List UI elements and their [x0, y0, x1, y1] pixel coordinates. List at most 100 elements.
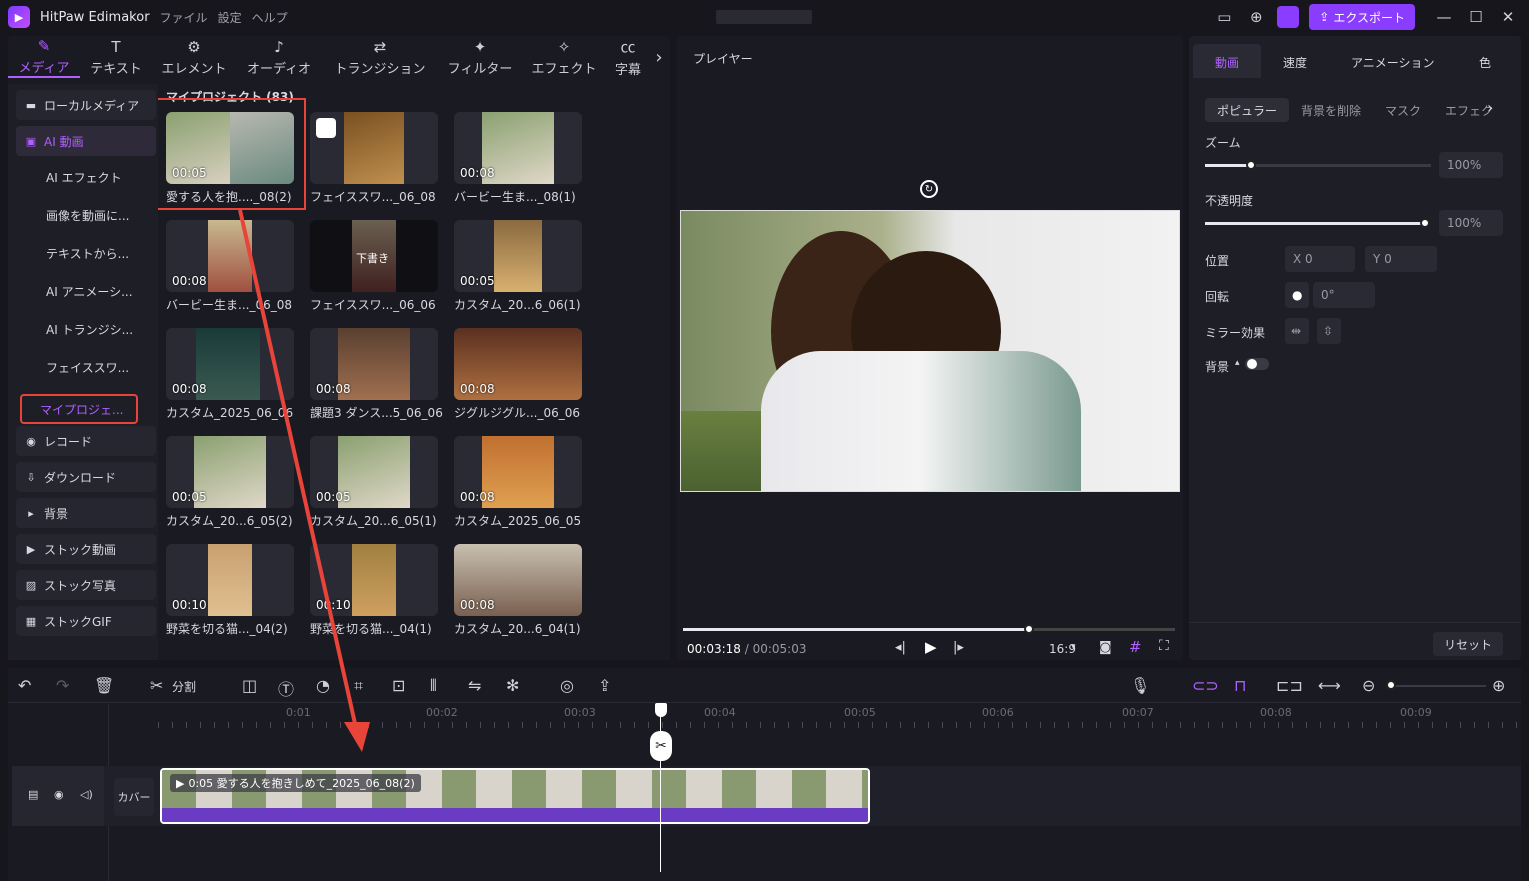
crop-icon[interactable]: ⌗ [354, 676, 363, 696]
split-button[interactable]: 分割 [172, 678, 196, 695]
avatar[interactable] [1277, 6, 1300, 28]
undo-icon[interactable]: ↶ [18, 676, 31, 695]
media-thumb-10[interactable]: 00:05 [166, 436, 294, 508]
snapshot-icon[interactable]: ◙ [1099, 640, 1112, 655]
media-thumb-9[interactable]: 00:08 [454, 328, 582, 400]
sidebar-item-stock-gif[interactable]: ▦ ストックGIF [16, 606, 156, 636]
download-icon[interactable]: ⊕ [1245, 6, 1267, 28]
progress-track[interactable] [1029, 628, 1175, 631]
reset-button[interactable]: リセット [1433, 632, 1503, 656]
tab-animation[interactable]: アニメーション [1351, 54, 1435, 71]
sidebar-item-local-media[interactable]: ▬ ローカルメディア [16, 90, 156, 120]
sidebar-item-ai-transition[interactable]: AI トランジシ... [16, 314, 156, 344]
sidebar-item-image-to-video[interactable]: 画像を動画に... [16, 200, 156, 230]
sidebar-item-ai-animation[interactable]: AI アニメーシ... [16, 276, 156, 306]
next-frame-icon[interactable]: |▸ [953, 640, 964, 655]
close-icon[interactable]: ✕ [1497, 6, 1519, 28]
sidebar-item-stock-photo[interactable]: ▨ ストック写真 [16, 570, 156, 600]
maximize-icon[interactable]: ☐ [1465, 6, 1487, 28]
scissors-icon[interactable]: ✂ [650, 731, 672, 761]
subtabs-next-icon[interactable]: › [1487, 98, 1493, 117]
mirror-icon[interactable]: ⫴ [430, 676, 437, 696]
tab-media[interactable]: ✎ メディア [8, 36, 80, 78]
rotate-handle-icon[interactable]: ↻ [920, 180, 938, 198]
zoom-slider[interactable] [1392, 685, 1486, 687]
resize-icon[interactable]: ⊡ [392, 676, 405, 695]
flip-icon[interactable]: ⇋ [468, 676, 481, 695]
background-toggle[interactable] [1245, 358, 1269, 370]
minimize-icon[interactable]: — [1433, 6, 1455, 28]
delete-icon[interactable]: 🗑 [94, 676, 114, 695]
freeze-icon[interactable]: ✻ [506, 676, 519, 695]
media-thumb-14[interactable]: 00:10 [310, 544, 438, 616]
feedback-icon[interactable]: ▭ [1213, 6, 1235, 28]
rotate-dial-icon[interactable]: ● [1285, 282, 1309, 308]
opacity-slider-fill[interactable] [1205, 222, 1425, 225]
video-clip[interactable]: ▶ 0:05 愛する人を抱きしめて_2025_06_08(2) [160, 768, 870, 824]
subtab-popular[interactable]: ポピュラー [1217, 102, 1277, 119]
position-y-input[interactable]: Y 0 [1365, 246, 1437, 272]
menu-file[interactable]: ファイル [160, 9, 208, 26]
media-thumb-13[interactable]: 00:10 [166, 544, 294, 616]
mirror-vertical-icon[interactable]: ⇳ [1317, 318, 1341, 344]
tab-speed[interactable]: 速度 [1283, 54, 1307, 71]
media-thumb-11[interactable]: 00:05 [310, 436, 438, 508]
play-icon[interactable]: ▶ [925, 638, 937, 656]
sidebar-item-my-project[interactable]: マイプロジェ... [20, 394, 138, 424]
media-thumb-15[interactable]: 00:08 [454, 544, 582, 616]
split-icon[interactable]: ✂ [150, 676, 163, 695]
opacity-slider-handle[interactable] [1420, 218, 1430, 228]
zoom-slider-knob[interactable] [1386, 680, 1396, 690]
media-thumb-5[interactable]: 下書き [310, 220, 438, 292]
opacity-input[interactable]: 100% [1439, 210, 1503, 236]
zoom-out-icon[interactable]: ⊖ [1362, 676, 1375, 695]
sidebar-item-background[interactable]: ▸ 背景 [16, 498, 156, 528]
tab-element[interactable]: ⚙ エレメント [152, 36, 236, 78]
sidebar-item-ai-effect[interactable]: AI エフェクト [16, 162, 156, 192]
export-clip-icon[interactable]: ⇪ [598, 676, 611, 695]
grid-icon[interactable]: # [1129, 638, 1142, 656]
fit-icon[interactable]: ⟷ [1318, 676, 1341, 695]
rotate-input[interactable]: 0° [1313, 282, 1375, 308]
media-thumb-6[interactable]: 00:05 [454, 220, 582, 292]
track-audio-icon[interactable]: ◁) [80, 788, 93, 801]
media-thumb-4[interactable]: 00:08 [166, 220, 294, 292]
fullscreen-icon[interactable]: ⛶ [1159, 638, 1169, 654]
prev-frame-icon[interactable]: ◂| [895, 640, 906, 655]
track-visibility-icon[interactable]: ◉ [54, 788, 64, 801]
media-thumb-12[interactable]: 00:08 [454, 436, 582, 508]
microphone-icon[interactable]: 🎙 [1130, 676, 1150, 695]
video-preview[interactable] [680, 210, 1180, 492]
cover-button[interactable]: カバー [114, 778, 154, 816]
sidebar-item-ai-video[interactable]: ▣ AI 動画 [16, 126, 156, 156]
split-track-icon[interactable]: ⊏⊐ [1276, 676, 1303, 695]
tab-transition[interactable]: ⇄ トランジション [322, 36, 438, 78]
marker-icon[interactable]: ◫ [242, 676, 257, 695]
zoom-input[interactable]: 100% [1439, 152, 1503, 178]
sidebar-item-stock-video[interactable]: ▶ ストック動画 [16, 534, 156, 564]
tabs-next-icon[interactable]: › [650, 36, 668, 78]
tab-color[interactable]: 色 [1479, 54, 1491, 71]
media-thumb-8[interactable]: 00:08 [310, 328, 438, 400]
progress-handle[interactable] [1024, 624, 1034, 634]
tab-video[interactable]: 動画 [1215, 54, 1239, 71]
sidebar-item-record[interactable]: ◉ レコード [16, 426, 156, 456]
mirror-horizontal-icon[interactable]: ⇹ [1285, 318, 1309, 344]
sidebar-item-face-swap[interactable]: フェイススワ... [16, 352, 156, 382]
position-x-input[interactable]: X 0 [1285, 246, 1355, 272]
speed-icon[interactable]: ◔ [316, 676, 330, 695]
tab-filter[interactable]: ✦ フィルター [438, 36, 522, 78]
redo-icon[interactable]: ↷ [56, 676, 69, 695]
tab-text[interactable]: T テキスト [80, 36, 152, 78]
export-button[interactable]: ⇪ エクスポート [1309, 4, 1415, 30]
zoom-slider-track[interactable] [1251, 164, 1431, 167]
media-thumb-3[interactable]: 00:08 [454, 112, 582, 184]
playhead-handle[interactable] [655, 703, 667, 717]
media-thumb-2[interactable] [310, 112, 438, 184]
tab-subtitle[interactable]: ㏄字幕 [606, 36, 650, 78]
menu-settings[interactable]: 設定 [218, 9, 242, 26]
media-thumb-7[interactable]: 00:08 [166, 328, 294, 400]
track-lock-icon[interactable]: ▤ [28, 788, 38, 801]
sidebar-item-text-to-video[interactable]: テキストから... [16, 238, 156, 268]
link-icon[interactable]: ⊂⊃ [1192, 676, 1219, 695]
